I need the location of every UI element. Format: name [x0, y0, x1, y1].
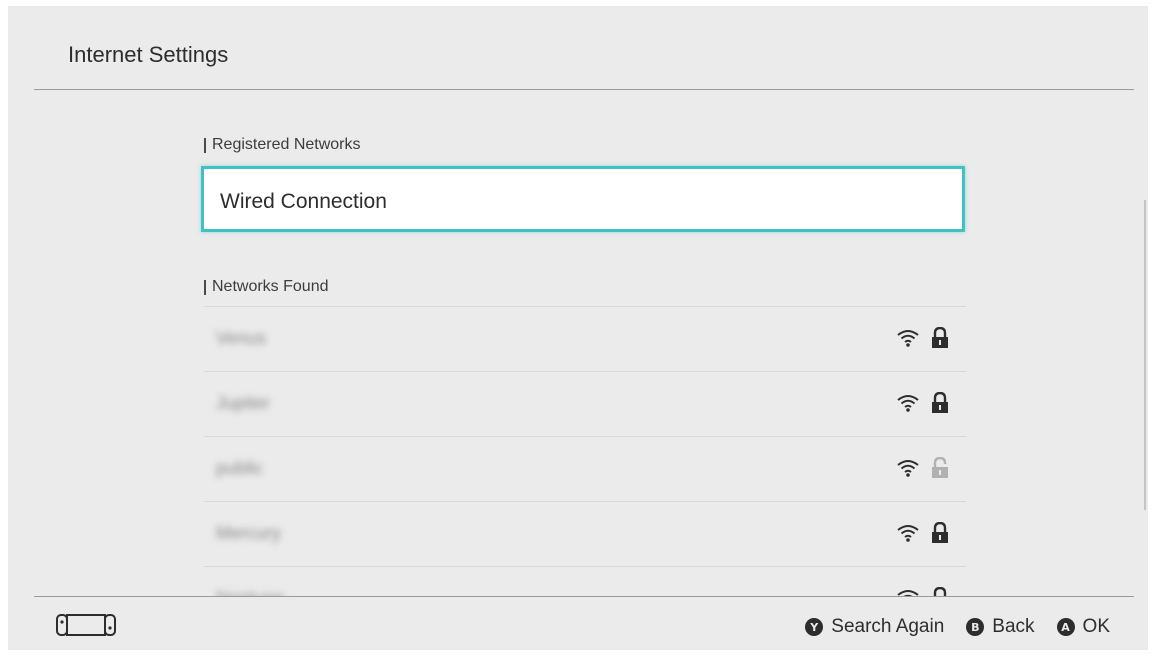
registered-network-name: Wired Connection [220, 190, 387, 213]
network-row[interactable]: Venus [204, 307, 966, 372]
wifi-icon [896, 328, 920, 348]
wifi-icon [896, 393, 920, 413]
network-name: Jupiter [216, 393, 271, 413]
back-button[interactable]: B Back [966, 616, 1035, 638]
footer-bar: Y Search Again B Back A OK [8, 596, 1148, 650]
ok-button[interactable]: A OK [1056, 616, 1110, 638]
a-button-icon: A [1056, 618, 1075, 636]
lock-icon [930, 327, 950, 349]
page-title: Internet Settings [68, 42, 229, 67]
wifi-icon [896, 458, 920, 478]
scrollbar[interactable] [1144, 200, 1146, 510]
footer-divider [34, 596, 1134, 597]
network-name: public [216, 458, 264, 478]
internet-settings-screen: Internet Settings Registered Networks Wi… [8, 6, 1148, 650]
ok-label: OK [1082, 616, 1110, 637]
network-row[interactable]: Jupiter [204, 372, 966, 437]
b-button-icon: B [966, 618, 985, 636]
y-button-icon: Y [805, 618, 824, 636]
wifi-icon [896, 588, 920, 596]
footer-actions: Y Search Again B Back A OK [805, 616, 1110, 638]
search-again-label: Search Again [831, 616, 945, 637]
lock-icon [930, 587, 950, 596]
back-label: Back [992, 616, 1035, 637]
header: Internet Settings [8, 6, 1148, 90]
network-name: Venus [216, 328, 267, 348]
network-row[interactable]: public [204, 437, 966, 502]
network-row[interactable]: Neptune [204, 567, 966, 596]
wired-connection-item[interactable]: Wired Connection [201, 166, 965, 232]
network-name: Mercury [216, 523, 282, 543]
content-area: Registered Networks Wired Connection Net… [8, 90, 1148, 596]
networks-found-label: Networks Found [204, 278, 329, 296]
handheld-console-icon [56, 614, 116, 641]
network-name: Neptune [216, 588, 284, 596]
lock-icon [930, 522, 950, 544]
wifi-icon [896, 523, 920, 543]
lock-open-icon [930, 457, 950, 479]
search-again-button[interactable]: Y Search Again [805, 616, 944, 638]
network-row[interactable]: Mercury [204, 502, 966, 567]
networks-found-list: Venus Jupiter public Mercury [204, 306, 966, 596]
lock-icon [930, 392, 950, 414]
registered-networks-label: Registered Networks [204, 136, 361, 154]
